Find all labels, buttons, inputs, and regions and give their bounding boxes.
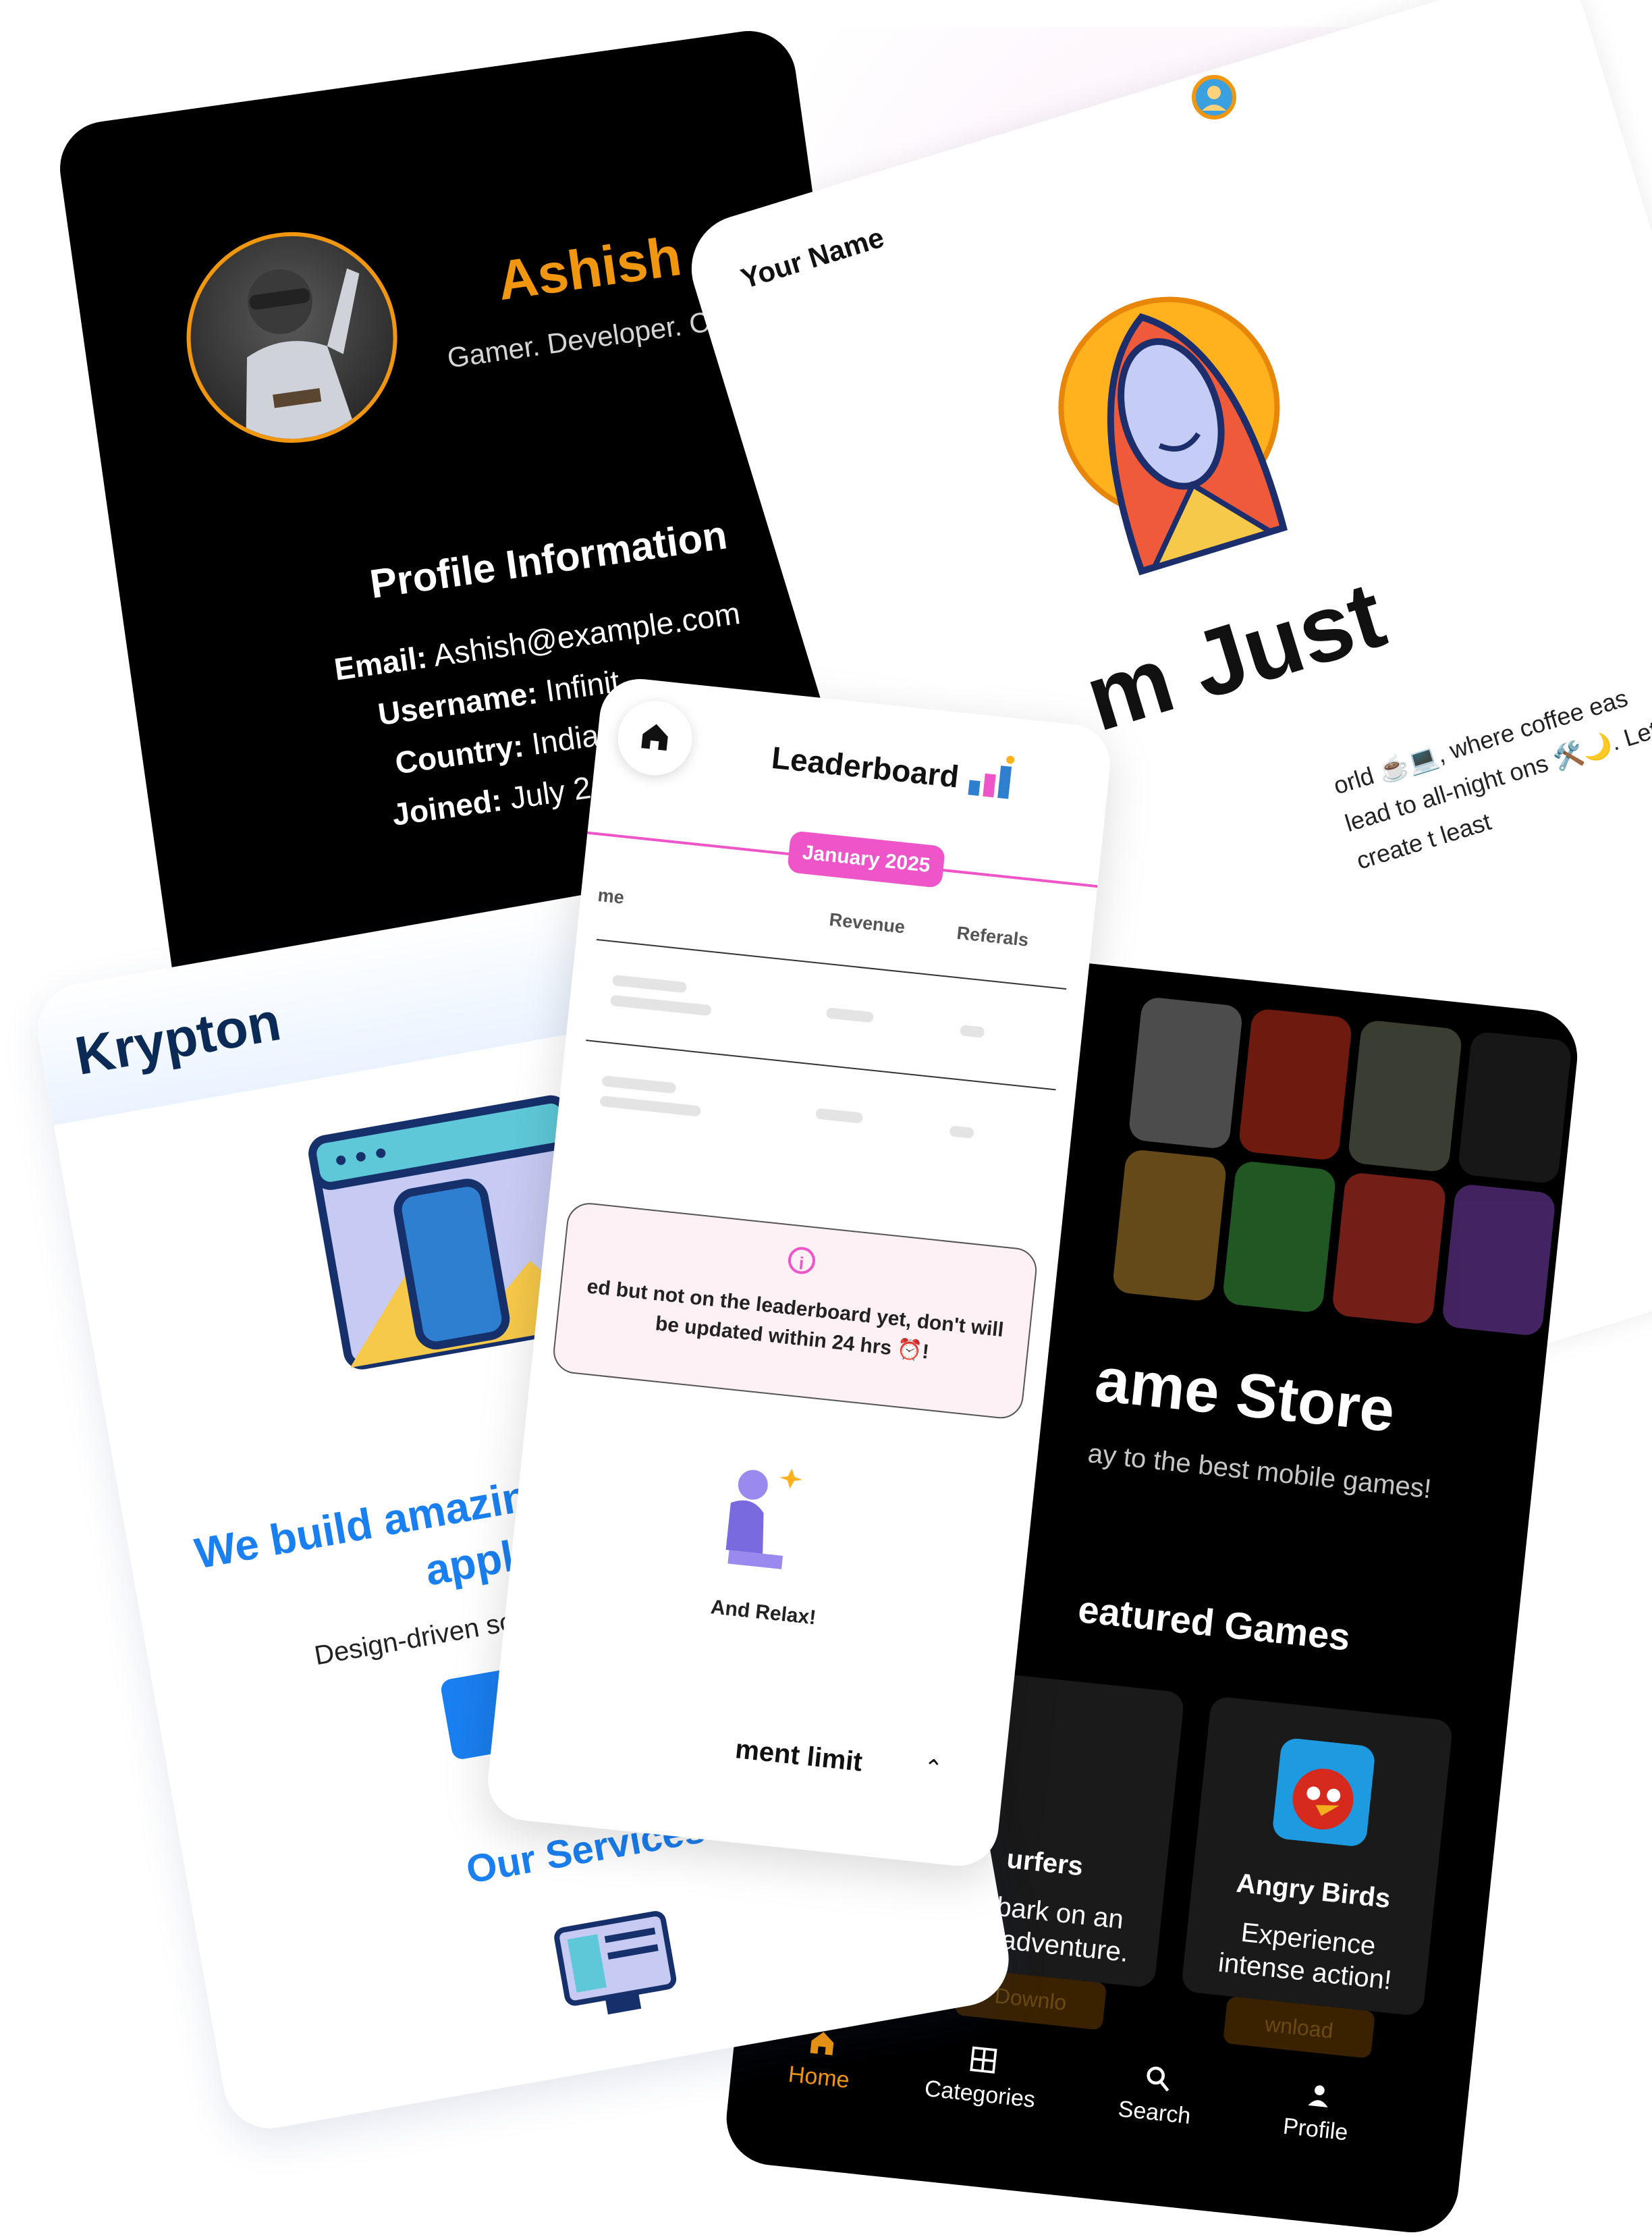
field-label: Username:	[375, 674, 540, 732]
game-thumbnail-grid	[1111, 996, 1572, 1337]
skeleton-row	[825, 1007, 874, 1023]
skeleton-row	[609, 994, 712, 1017]
download-button[interactable]: wnload	[1222, 1996, 1376, 2059]
info-notice: i ed but not on the leaderboard yet, don…	[551, 1200, 1039, 1421]
grid-icon	[970, 2046, 997, 2074]
nav-categories[interactable]: Categories	[905, 2037, 1059, 2115]
game-thumbnail[interactable]	[1441, 1183, 1557, 1337]
skeleton-row	[815, 1108, 864, 1124]
game-thumbnail[interactable]	[1347, 1019, 1463, 1173]
nav-label: Home	[787, 2061, 851, 2094]
game-thumbnail[interactable]	[1456, 1031, 1572, 1185]
relaxing-person-illustration	[725, 1468, 802, 1569]
relax-label: And Relax!	[709, 1596, 817, 1629]
nav-label: Categories	[923, 2075, 1037, 2113]
home-button[interactable]	[614, 697, 696, 779]
search-icon	[1147, 2066, 1169, 2092]
game-thumbnail[interactable]	[1237, 1007, 1353, 1162]
person-avatar-illustration	[1058, 296, 1288, 576]
profile-name: Ashish	[493, 225, 686, 313]
month-badge[interactable]: January 2025	[786, 830, 946, 888]
column-header-revenue: Revenue	[828, 909, 906, 938]
game-thumbnail[interactable]	[1331, 1171, 1447, 1326]
payment-limit-label[interactable]: ment limit	[734, 1734, 863, 1777]
game-description: Experience intense action!	[1217, 1917, 1394, 1996]
featured-heading: eatured Games	[1076, 1587, 1352, 1659]
bar-chart-icon	[968, 755, 1015, 799]
column-header-name: me	[597, 884, 626, 908]
field-label: Joined:	[389, 782, 505, 832]
avatar-icon[interactable]	[1191, 74, 1237, 120]
nav-label: Search	[1117, 2096, 1192, 2130]
column-header-referals: Referals	[956, 922, 1030, 950]
skeleton-row	[960, 1025, 985, 1038]
leaderboard-title: Leaderboard	[769, 739, 961, 794]
angry-birds-icon	[1273, 1738, 1375, 1846]
field-value: Ashish@example.com	[431, 595, 742, 674]
person-icon	[1308, 2085, 1328, 2107]
skeleton-row	[601, 1075, 677, 1094]
game-thumbnail[interactable]	[1128, 996, 1244, 1150]
nav-label: Profile	[1282, 2113, 1350, 2146]
skeleton-row	[612, 974, 688, 994]
profile-joined-row: Joined: July 2	[390, 769, 593, 833]
chevron-up-icon[interactable]: ⌃	[922, 1754, 944, 1783]
notice-text: ed but not on the leaderboard yet, don't…	[586, 1275, 1005, 1364]
skeleton-row	[949, 1125, 974, 1139]
field-label: Email:	[332, 639, 429, 687]
field-value: July 2	[507, 770, 593, 816]
store-subtitle: ay to the best mobile games!	[1086, 1438, 1433, 1505]
store-title: ame Store	[1092, 1345, 1398, 1445]
info-icon: i	[786, 1245, 817, 1276]
profile-avatar	[173, 218, 411, 457]
nav-search[interactable]: Search	[1079, 2056, 1234, 2134]
portfolio-bio: orld ☕💻, where coffee eas lead to all-ni…	[1330, 683, 1652, 875]
field-value: India	[529, 717, 601, 762]
profile-section-title: Profile Information	[366, 512, 730, 608]
portfolio-title[interactable]: Your Name	[737, 221, 887, 296]
game-thumbnail[interactable]	[1111, 1148, 1228, 1302]
game-card[interactable]: Angry Birds Experience intense action! w…	[1180, 1696, 1454, 2059]
field-label: Country:	[393, 728, 526, 781]
nav-profile[interactable]: Profile	[1240, 2073, 1395, 2151]
monitor-code-icon	[554, 1911, 677, 2015]
game-thumbnail[interactable]	[1221, 1160, 1337, 1314]
home-icon	[641, 724, 668, 751]
game-title: Angry Birds	[1235, 1868, 1392, 1914]
skeleton-row	[599, 1095, 702, 1117]
